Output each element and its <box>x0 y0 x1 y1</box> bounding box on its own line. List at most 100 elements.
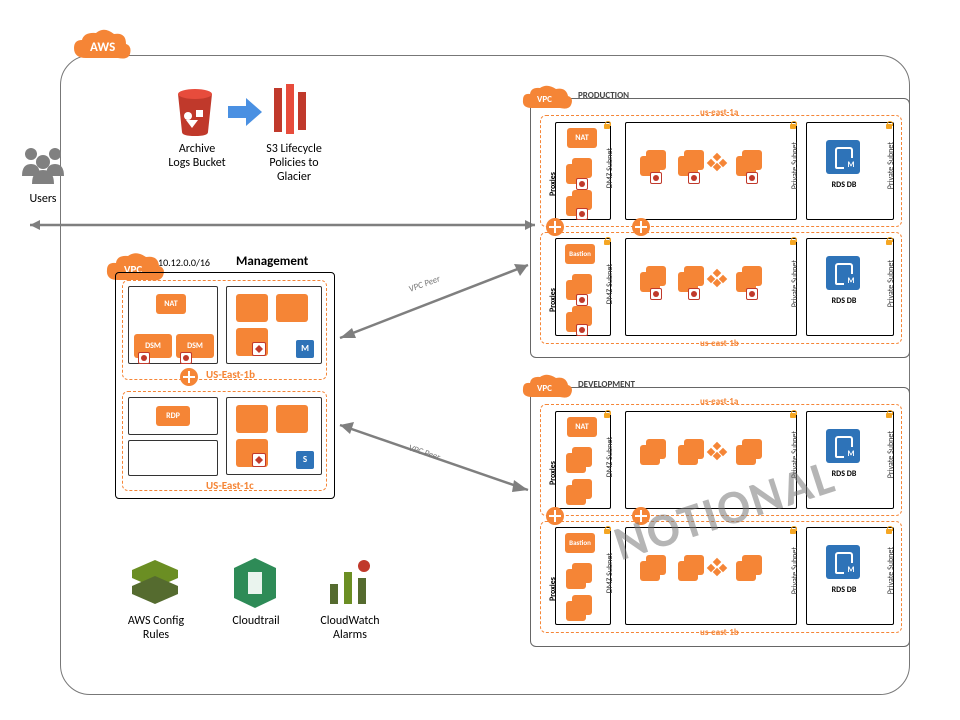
prod-dmz-label-2: DMZ Subnet <box>605 264 615 304</box>
trendmicro-icon <box>746 172 758 184</box>
spacer <box>276 328 308 356</box>
dev-dmz-label-2: DMZ Subnet <box>605 553 615 593</box>
lock-icon <box>884 409 894 419</box>
ec2-stack-icon <box>678 439 704 465</box>
elb-icon <box>632 507 650 525</box>
prod-proxies-2: Proxies <box>548 288 558 312</box>
managed-icon: M <box>844 274 858 288</box>
ec2-icon <box>236 405 268 433</box>
trendmicro-icon <box>252 342 266 356</box>
cloudtrail-label: Cloudtrail <box>222 614 290 628</box>
mgmt-rdp: RDP <box>156 406 190 426</box>
dev-proxies-2: Proxies <box>548 577 558 601</box>
aws-badge-text: AWS <box>90 40 115 55</box>
dev-private-label-1: Private Subnet <box>790 431 800 478</box>
trendmicro-icon <box>650 288 662 300</box>
archive-label: Archive Logs Bucket <box>160 142 234 170</box>
lock-icon <box>884 236 894 246</box>
arrow-right-icon <box>226 96 264 128</box>
users-icon <box>18 144 68 188</box>
prod-dmz-label: DMZ Subnet <box>605 148 615 188</box>
ec2-stack-icon <box>566 447 592 473</box>
trendmicro-icon <box>576 294 588 306</box>
config-label: AWS Config Rules <box>114 614 198 642</box>
aws-config-icon <box>128 558 182 608</box>
prod-nat: NAT <box>567 128 597 148</box>
elb-icon <box>546 507 564 525</box>
dev-az2-label: us-east-1b <box>700 627 739 638</box>
ec2-icon <box>236 294 268 322</box>
prod-rds-label-1: RDS DB <box>822 180 866 190</box>
prod-proxies-1: Proxies <box>548 172 558 196</box>
storage-icon: S <box>296 451 314 469</box>
mgmt-az2-label: US-East-1c <box>206 479 254 492</box>
mgmt-dsm1-trendmicro-icon <box>138 352 150 364</box>
diagram-canvas: AWS Users Archive Logs Bucket S3 Lifecyc… <box>0 0 960 720</box>
trendmicro-icon <box>746 288 758 300</box>
vpc-badge-dev: VPC <box>520 373 574 401</box>
ec2-icon <box>276 405 308 433</box>
trendmicro-icon <box>576 324 588 336</box>
trendmicro-icon <box>576 208 588 220</box>
prod-az2-label: us-east-1b <box>700 338 739 349</box>
trendmicro-icon <box>252 453 266 467</box>
lock-icon <box>602 236 612 246</box>
lock-icon <box>602 525 612 535</box>
prod-private-label-1: Private Subnet <box>790 142 800 189</box>
dev-rds-label-1: RDS DB <box>822 469 866 479</box>
prod-az1-label: us-east-1a <box>700 107 738 118</box>
cloudtrail-icon <box>230 556 280 610</box>
managed-icon: M <box>844 563 858 577</box>
elb-icon <box>180 368 198 386</box>
mgmt-cidr: 10.12.0.0/16 <box>158 256 210 269</box>
dev-private-label-2: Private Subnet <box>790 547 800 594</box>
dev-dmz-label-1: DMZ Subnet <box>605 437 615 477</box>
lock-icon <box>788 236 798 246</box>
elb-icon <box>632 218 650 236</box>
prod-private-db-label-1: Private Subnet <box>886 142 896 189</box>
vpc-badge-prod: VPC <box>520 84 574 112</box>
trendmicro-icon <box>688 172 700 184</box>
lifecycle-label: S3 Lifecycle Policies to Glacier <box>254 142 334 184</box>
ec2-stack-icon <box>736 439 762 465</box>
trendmicro-icon <box>650 172 662 184</box>
glacier-icon <box>270 82 314 138</box>
cloudwatch-alarms-icon <box>322 558 376 608</box>
prod-title: PRODUCTION <box>578 90 629 101</box>
ec2-stack-icon <box>640 555 666 581</box>
dev-title: DEVELOPMENT <box>578 379 635 390</box>
ec2-icon <box>276 294 308 322</box>
managed-icon: M <box>844 447 858 461</box>
dev-nat: NAT <box>567 417 597 437</box>
mgmt-public-subnet-2b <box>128 440 218 476</box>
prod-private-label-2: Private Subnet <box>790 260 800 307</box>
prod-private-db-label-2: Private Subnet <box>886 260 896 307</box>
prod-rds-label-2: RDS DB <box>822 296 866 306</box>
lock-icon <box>884 120 894 130</box>
aws-cloud-badge: AWS <box>70 28 132 66</box>
mgmt-title: Management <box>236 254 308 269</box>
dev-proxies-1: Proxies <box>548 461 558 485</box>
ec2-stack-icon <box>566 595 592 621</box>
lock-icon <box>602 120 612 130</box>
svg-text:VPC: VPC <box>537 94 552 105</box>
prod-bastion: Bastion <box>565 244 595 264</box>
ec2-stack-icon <box>678 555 704 581</box>
mgmt-az1-label: US-East-1b <box>206 368 255 381</box>
dev-rds-label-2: RDS DB <box>822 585 866 595</box>
managed-icon: M <box>844 158 858 172</box>
ec2-stack-icon <box>640 439 666 465</box>
mgmt-dsm2-trendmicro-icon <box>180 352 192 364</box>
lock-icon <box>602 409 612 419</box>
ec2-stack-icon <box>566 479 592 505</box>
lock-icon <box>788 120 798 130</box>
dev-private-db-label-1: Private Subnet <box>886 431 896 478</box>
lock-icon <box>884 525 894 535</box>
dev-private-db-label-2: Private Subnet <box>886 547 896 594</box>
lock-icon <box>788 525 798 535</box>
elb-icon <box>546 218 564 236</box>
cwalarms-label: CloudWatch Alarms <box>310 614 390 642</box>
trendmicro-icon <box>688 288 700 300</box>
dev-az1-label: us-east-1a <box>700 396 738 407</box>
ec2-stack-icon <box>736 555 762 581</box>
